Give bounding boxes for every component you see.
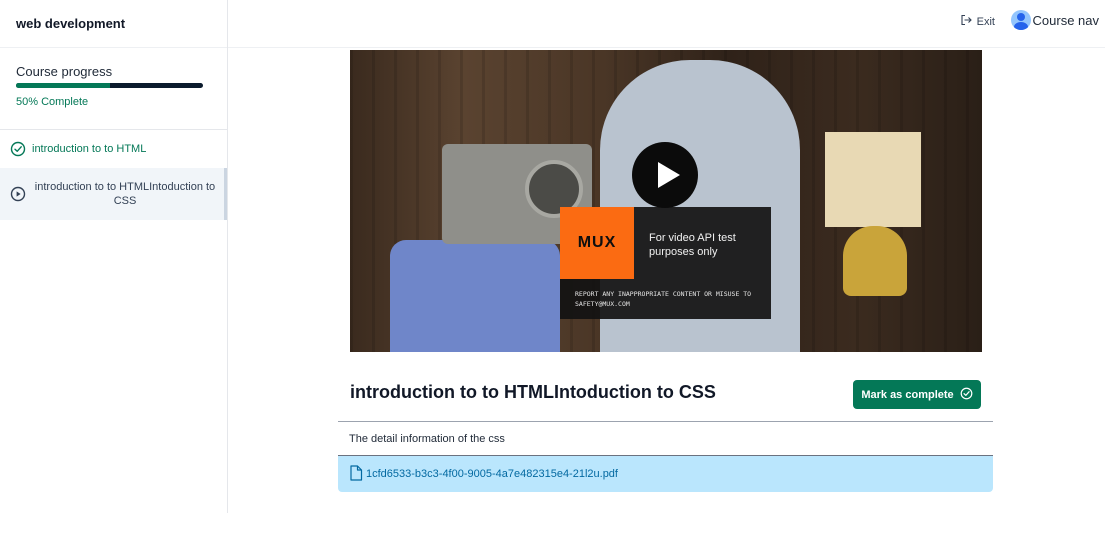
video-scene-table [390,240,560,352]
sidebar-item-chapter-2[interactable]: introduction to to HTMLIntoduction to CS… [0,168,227,220]
mark-as-complete-button[interactable]: Mark as complete [853,380,981,409]
progress-bar-fill [16,83,110,88]
attachment-name: 1cfd6533-b3c3-4f00-9005-4a7e482315e4-21l… [366,468,618,480]
mux-report-text: REPORT ANY INAPPROPRIATE CONTENT OR MISU… [575,290,752,308]
logout-icon [960,14,972,29]
video-scene-lamp [825,132,921,227]
progress-bar [16,83,203,88]
check-circle-icon [10,141,26,157]
video-player[interactable]: MUX For video API test purposes only REP… [350,50,982,352]
progress-text: 50% Complete [16,96,89,108]
top-bar: Exit Course nav [228,0,1105,48]
lesson-title: introduction to to HTMLIntoduction to CS… [350,382,716,402]
avatar [1010,10,1031,30]
course-progress: Course progress 50% Complete [0,48,227,130]
course-nav-button[interactable]: Course nav [1010,10,1099,30]
course-nav-label: Course nav [1032,12,1099,28]
file-icon [349,464,363,484]
exit-label: Exit [976,15,995,28]
attachment-link[interactable]: 1cfd6533-b3c3-4f00-9005-4a7e482315e4-21l… [338,456,993,492]
mux-logo: MUX [560,207,634,279]
video-scene-lamp-base [843,226,907,296]
mux-overlay-message: For video API test purposes only [649,232,736,258]
course-sidebar: web development Course progress 50% Comp… [0,0,228,513]
progress-label: Course progress [16,64,113,79]
sidebar-item-chapter-1[interactable]: introduction to to HTML [0,130,227,168]
sidebar-item-label: introduction to to HTML [32,143,147,155]
lesson-description: The detail information of the css [338,421,993,456]
mark-complete-label: Mark as complete [861,388,954,401]
mux-test-overlay: MUX For video API test purposes only REP… [560,207,771,319]
sidebar-item-label: introduction to to HTMLIntoduction to CS… [34,181,216,207]
play-button[interactable] [632,142,698,208]
exit-button[interactable]: Exit [960,14,995,29]
course-title: web development [0,0,227,48]
play-circle-icon [10,186,26,202]
check-circle-icon [960,387,973,403]
